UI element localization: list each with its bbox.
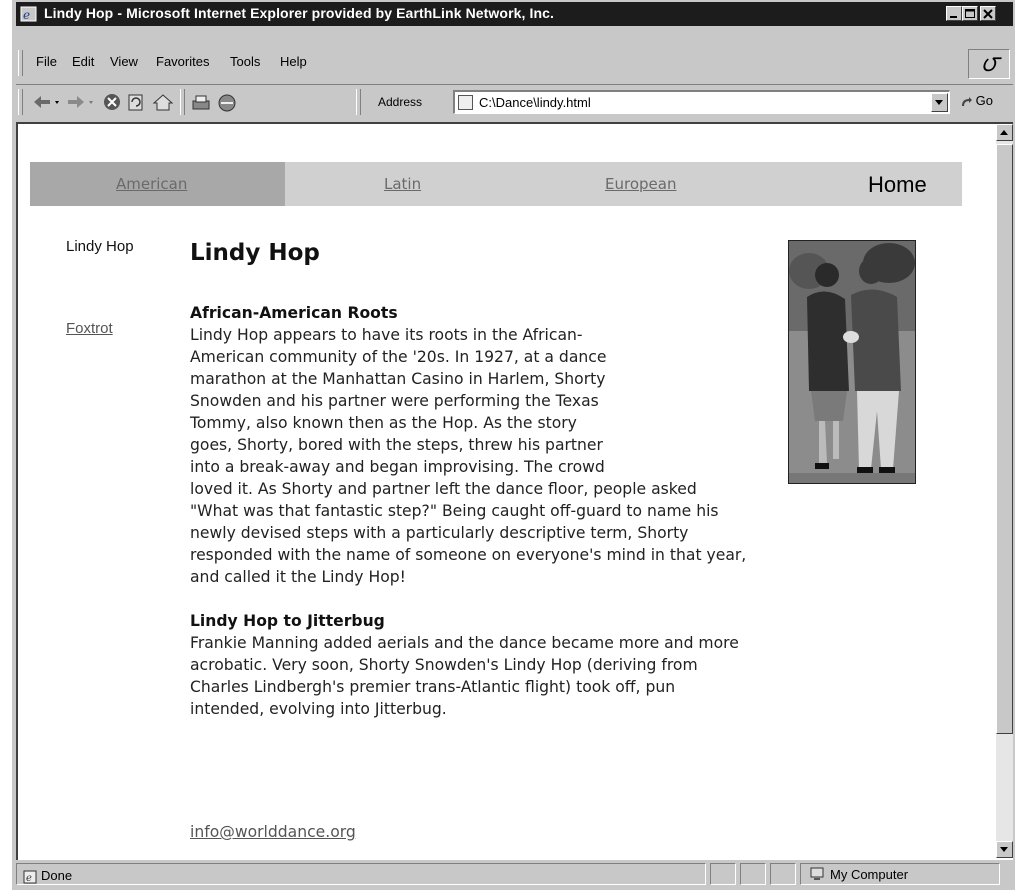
menu-help[interactable]: Help — [280, 54, 307, 69]
go-arrow-icon — [962, 96, 972, 106]
menu-grip — [18, 50, 23, 76]
address-bar[interactable]: C:\Dance\lindy.html — [453, 90, 950, 114]
maximize-button[interactable] — [962, 6, 978, 21]
menu-file[interactable]: File — [36, 54, 57, 69]
nav-link-latin[interactable]: Latin — [384, 175, 421, 193]
status-text: Done — [41, 868, 73, 883]
paragraph-line: Snowden and his partner were performing … — [190, 392, 599, 410]
address-grip — [356, 89, 361, 115]
email-link[interactable]: info@worlddance.org — [190, 823, 356, 841]
paragraph-line: marathon at the Manhattan Casino in Harl… — [190, 370, 606, 388]
ie-page-icon: e — [20, 6, 37, 22]
paragraph-line: loved it. As Shorty and partner left the… — [190, 480, 697, 498]
go-button[interactable]: Go — [960, 93, 993, 108]
nav-link-european[interactable]: European — [605, 175, 676, 193]
minimize-icon — [950, 16, 957, 18]
go-label: Go — [975, 93, 993, 108]
forward-icon[interactable] — [66, 93, 96, 111]
paragraph-line: Charles Lindbergh's premier trans-Atlant… — [190, 678, 676, 696]
sidebar-link-foxtrot[interactable]: Foxtrot — [66, 320, 113, 337]
refresh-icon[interactable] — [126, 93, 146, 113]
toolbar-separator — [180, 89, 185, 115]
paragraph-line: Frankie Manning added aerials and the da… — [190, 634, 739, 652]
menu-bar: File Edit View Favorites Tools Help ౮ — [16, 46, 1013, 80]
menu-edit[interactable]: Edit — [72, 54, 94, 69]
close-icon — [983, 9, 993, 19]
toolbar-grip — [18, 89, 23, 115]
back-icon[interactable] — [32, 93, 62, 111]
menu-favorites[interactable]: Favorites — [156, 54, 209, 69]
title-bar: e Lindy Hop - Microsoft Internet Explore… — [16, 2, 1013, 26]
paragraph-line: Lindy Hop appears to have its roots in t… — [190, 326, 583, 344]
paragraph-line: and called it the Lindy Hop! — [190, 568, 406, 586]
status-panel: e Done — [16, 863, 706, 885]
site-nav-bar: American Latin European Home — [30, 162, 962, 206]
paragraph-line: acrobatic. Very soon, Shorty Snowden's L… — [190, 656, 698, 674]
ie-logo-icon: ౮ — [981, 52, 999, 77]
address-label: Address — [378, 95, 423, 109]
print-icon[interactable] — [190, 93, 212, 113]
minimize-button[interactable] — [946, 6, 962, 21]
nav-home[interactable]: Home — [868, 172, 927, 198]
page-icon — [458, 95, 473, 110]
menu-tools[interactable]: Tools — [230, 54, 260, 69]
paragraph-line: goes, Shorty, bored with the steps, thre… — [190, 436, 603, 454]
paragraph-line: responded with the name of someone on ev… — [190, 546, 747, 564]
close-button[interactable] — [980, 6, 996, 21]
vertical-scrollbar[interactable] — [996, 124, 1013, 858]
menu-view[interactable]: View — [110, 54, 138, 69]
address-dropdown-button[interactable] — [931, 93, 948, 112]
section-paragraph-jitterbug: Frankie Manning added aerials and the da… — [190, 632, 950, 720]
scroll-up-button[interactable] — [996, 124, 1013, 141]
arrow-up-icon — [1000, 130, 1008, 135]
address-input[interactable]: C:\Dance\lindy.html — [479, 95, 591, 110]
svg-text:e: e — [26, 873, 32, 884]
window-title: Lindy Hop - Microsoft Internet Explorer … — [44, 5, 555, 21]
zone-text: My Computer — [830, 867, 909, 882]
paragraph-line: newly devised steps with a particularly … — [190, 524, 689, 542]
status-cell-2 — [740, 863, 766, 885]
arrow-down-icon — [1000, 847, 1008, 852]
ie-throbber: ౮ — [968, 49, 1010, 79]
article-title: Lindy Hop — [190, 240, 320, 266]
stop-icon[interactable] — [102, 93, 122, 113]
section-heading-roots: African-American Roots — [190, 304, 398, 322]
chevron-down-icon — [935, 100, 943, 105]
scroll-down-button[interactable] — [996, 841, 1013, 858]
section-heading-jitterbug: Lindy Hop to Jitterbug — [190, 612, 385, 630]
section-paragraph-roots: Lindy Hop appears to have its roots in t… — [190, 324, 950, 588]
standard-toolbar: Address C:\Dance\lindy.html Go — [16, 84, 1013, 119]
page-done-icon: e — [23, 870, 37, 884]
maximize-icon — [965, 9, 975, 18]
svg-text:e: e — [23, 8, 30, 22]
paragraph-line: intended, evolving into Jitterbug. — [190, 700, 447, 718]
home-icon[interactable] — [152, 93, 174, 113]
paragraph-line: Tommy, also known then as the Hop. As th… — [190, 414, 577, 432]
mail-icon[interactable] — [216, 93, 238, 113]
sidebar-item-lindy-hop: Lindy Hop — [66, 238, 134, 255]
paragraph-line: American community of the '20s. In 1927,… — [190, 348, 607, 366]
paragraph-line: "What was that fantastic step?" Being ca… — [190, 502, 719, 520]
paragraph-line: into a break-away and began improvising.… — [190, 458, 605, 476]
article-body: African-American Roots Lindy Hop appears… — [190, 302, 950, 720]
status-bar: e Done My Computer — [16, 861, 1013, 888]
status-cell-1 — [710, 863, 736, 885]
nav-link-american[interactable]: American — [116, 175, 187, 193]
computer-icon — [810, 867, 824, 880]
scroll-thumb[interactable] — [996, 144, 1013, 734]
status-cell-3 — [770, 863, 796, 885]
